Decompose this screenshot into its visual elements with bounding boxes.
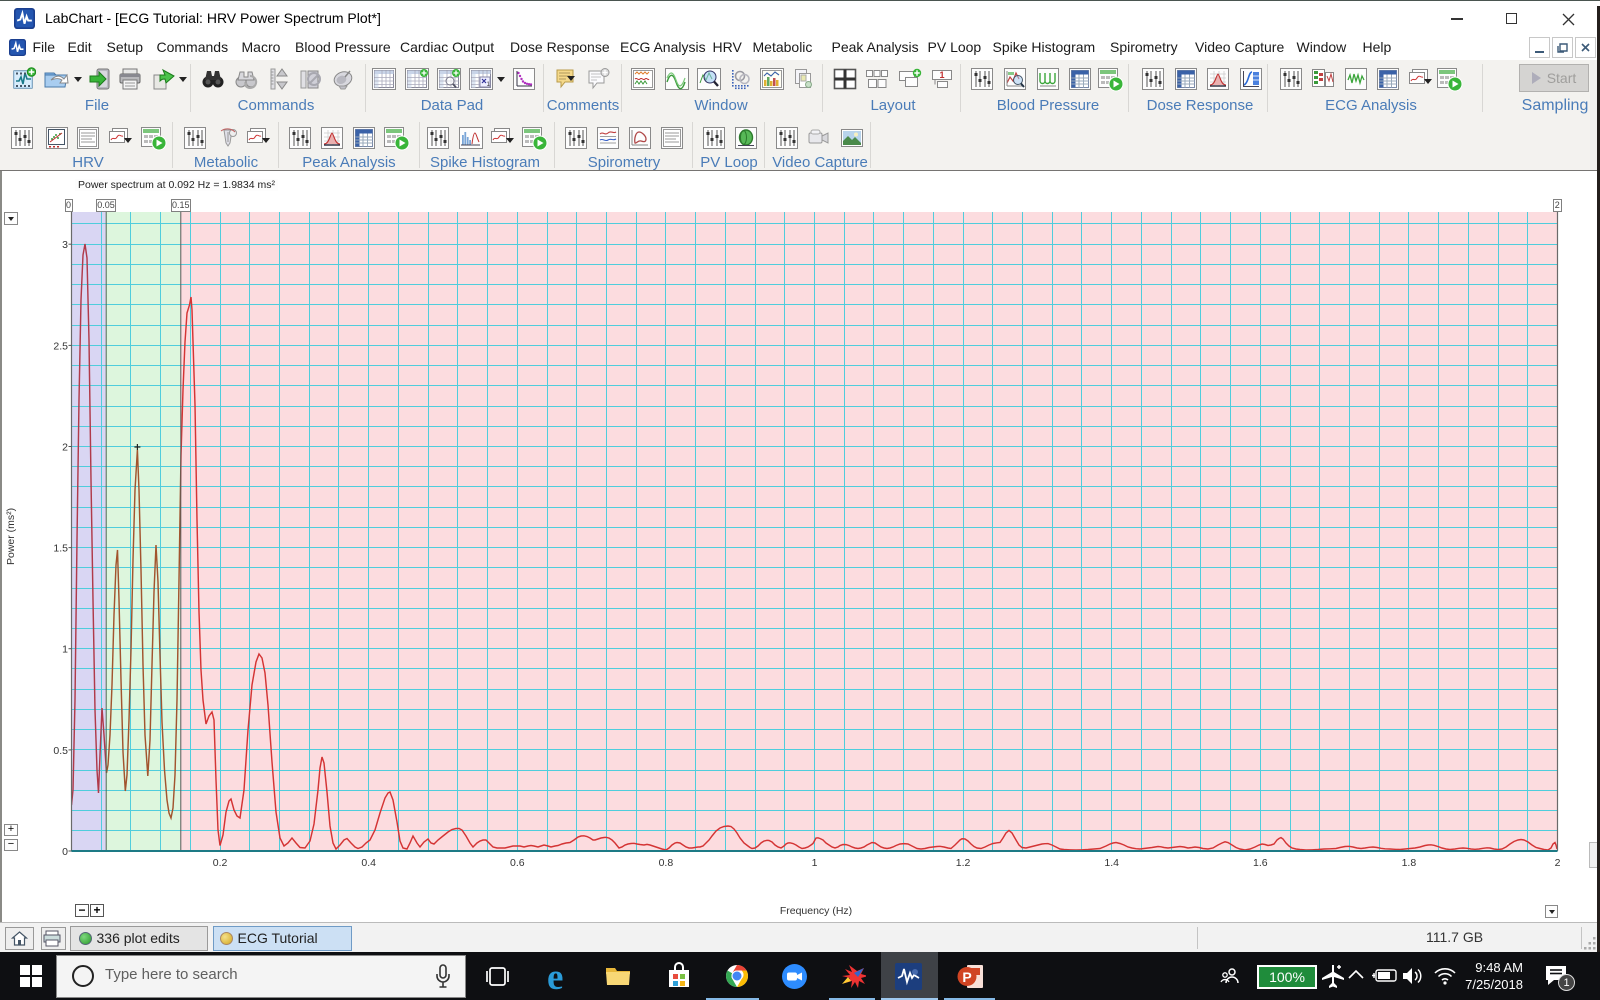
svg-text:1.2: 1.2 (956, 857, 971, 869)
svg-text:1.5: 1.5 (53, 543, 68, 555)
svg-text:0: 0 (62, 846, 68, 858)
svg-text:0.2: 0.2 (213, 857, 228, 869)
svg-text:1.6: 1.6 (1253, 857, 1268, 869)
svg-text:2: 2 (1555, 857, 1561, 869)
svg-text:1: 1 (812, 857, 818, 869)
svg-text:Frequency (Hz): Frequency (Hz) (780, 905, 852, 917)
svg-text:0.5: 0.5 (53, 745, 68, 757)
svg-text:1.4: 1.4 (1104, 857, 1119, 869)
svg-text:1.8: 1.8 (1402, 857, 1417, 869)
svg-text:2: 2 (62, 442, 68, 454)
svg-text:3: 3 (62, 239, 68, 251)
svg-text:P: P (962, 969, 971, 985)
svg-text:1: 1 (939, 70, 944, 80)
svg-text:Power (ms²): Power (ms²) (5, 508, 17, 565)
svg-text:0.6: 0.6 (510, 857, 525, 869)
svg-text:0.4: 0.4 (361, 857, 376, 869)
svg-text:1: 1 (62, 644, 68, 656)
svg-text:2.5: 2.5 (53, 340, 68, 352)
svg-text:0.8: 0.8 (659, 857, 674, 869)
